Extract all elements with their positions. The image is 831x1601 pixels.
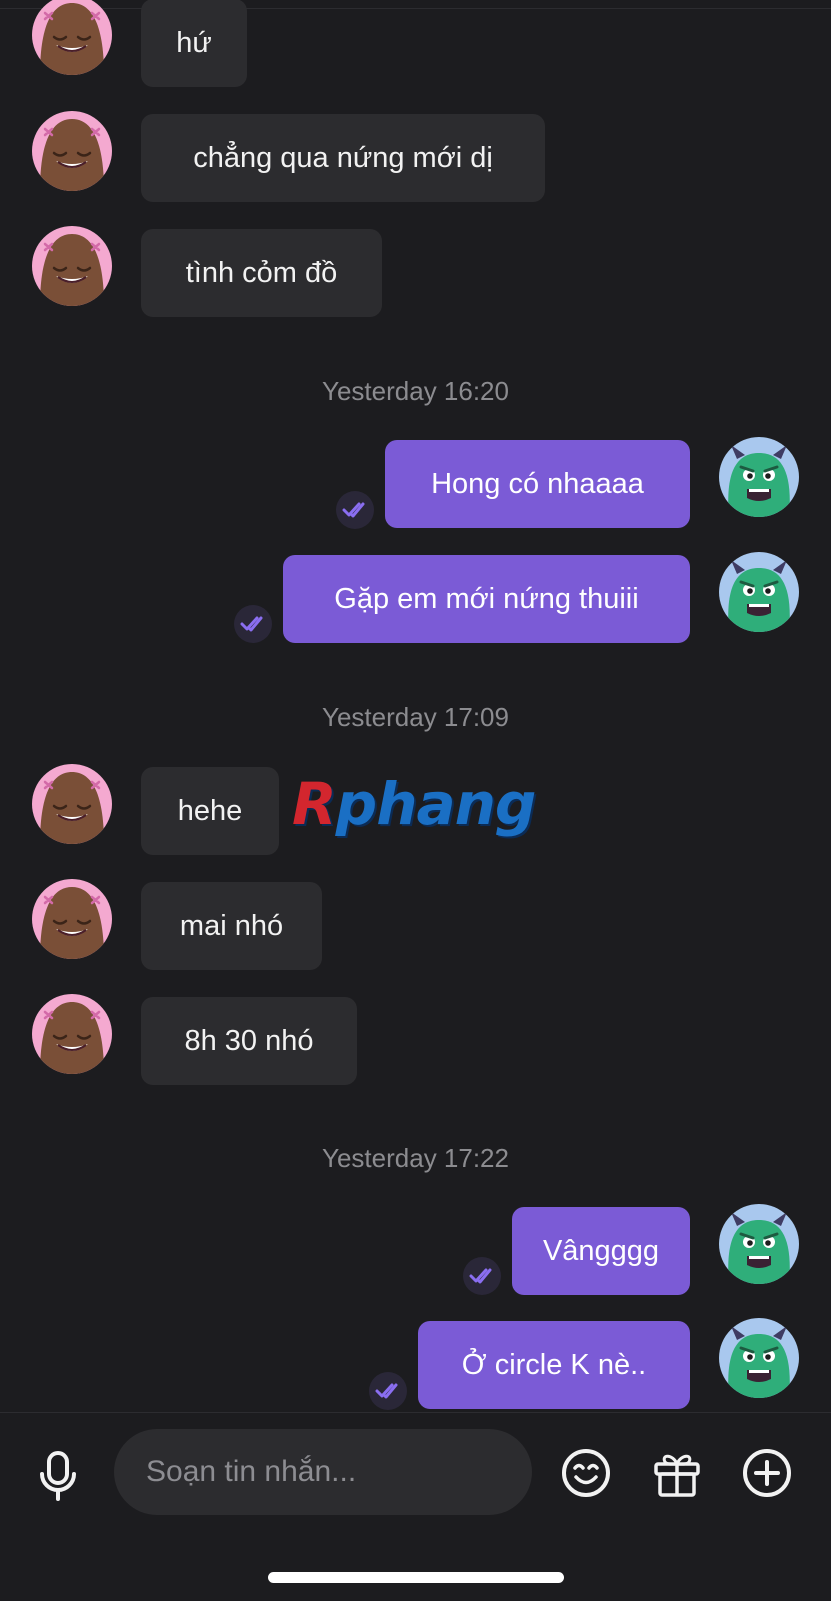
my-avatar[interactable] [719, 1318, 799, 1398]
incoming-message-bubble[interactable]: mai nhó [141, 882, 322, 970]
smiley-icon[interactable] [560, 1447, 612, 1499]
outgoing-message-bubble[interactable]: Vângggg [512, 1207, 690, 1295]
double-check-icon [369, 1372, 407, 1410]
plus-circle-icon[interactable] [741, 1447, 793, 1499]
contact-avatar[interactable] [32, 226, 112, 306]
my-avatar[interactable] [719, 437, 799, 517]
contact-avatar[interactable] [32, 764, 112, 844]
double-check-icon [234, 605, 272, 643]
contact-avatar[interactable] [32, 0, 112, 75]
contact-avatar[interactable] [32, 994, 112, 1074]
watermark-logo: Rphang [292, 770, 537, 838]
microphone-icon[interactable] [34, 1450, 82, 1502]
message-list[interactable]: hứ chẳng qua nứng mới dị tình cỏm đồ Yes… [0, 0, 831, 1412]
home-indicator[interactable] [268, 1572, 564, 1583]
gift-icon[interactable] [651, 1447, 703, 1499]
incoming-message-bubble[interactable]: tình cỏm đồ [141, 229, 382, 317]
incoming-message-bubble[interactable]: chẳng qua nứng mới dị [141, 114, 545, 202]
incoming-message-bubble[interactable]: hehe [141, 767, 279, 855]
double-check-icon [463, 1257, 501, 1295]
incoming-message-bubble[interactable]: hứ [141, 0, 247, 87]
timestamp-separator: Yesterday 16:20 [322, 376, 509, 406]
double-check-icon [336, 491, 374, 529]
message-input[interactable] [114, 1429, 532, 1515]
timestamp-separator: Yesterday 17:22 [322, 1143, 509, 1173]
outgoing-message-bubble[interactable]: Hong có nhaaaa [385, 440, 690, 528]
contact-avatar[interactable] [32, 879, 112, 959]
contact-avatar[interactable] [32, 111, 112, 191]
watermark-rest: phang [335, 770, 537, 838]
outgoing-message-bubble[interactable]: Gặp em mới nứng thuiii [283, 555, 690, 643]
incoming-message-bubble[interactable]: 8h 30 nhó [141, 997, 357, 1085]
timestamp-separator: Yesterday 17:09 [322, 702, 509, 732]
watermark-first-letter: R [292, 770, 337, 838]
my-avatar[interactable] [719, 1204, 799, 1284]
my-avatar[interactable] [719, 552, 799, 632]
outgoing-message-bubble[interactable]: Ở circle K nè.. [418, 1321, 690, 1409]
